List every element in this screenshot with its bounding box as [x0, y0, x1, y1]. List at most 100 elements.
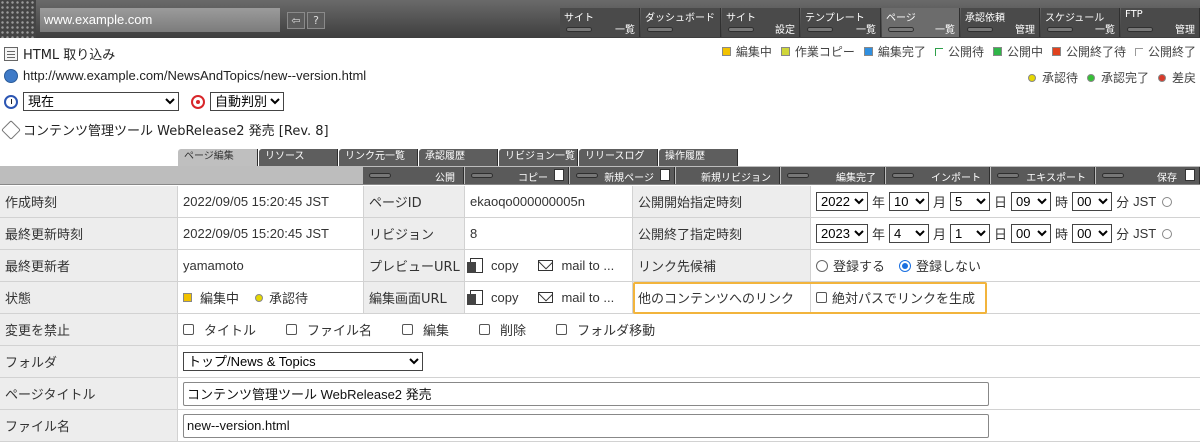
- lock-edit-checkbox[interactable]: [402, 324, 414, 335]
- import-line[interactable]: HTML 取り込み: [4, 44, 115, 63]
- tab-site-list[interactable]: サイト 一覧: [560, 8, 640, 37]
- form-row-updater: 最終更新者 yamamoto プレビューURL copy mail to ...…: [0, 250, 1200, 282]
- publish-end-minute-select[interactable]: 00: [1072, 224, 1113, 243]
- help-icon[interactable]: ?: [307, 12, 325, 29]
- import-button[interactable]: インポート: [886, 167, 990, 184]
- tab-page-list[interactable]: ページ 一覧: [882, 8, 960, 37]
- publish-start-hour-select[interactable]: 09: [1011, 192, 1052, 211]
- tab-dashboard[interactable]: ダッシュボード: [641, 8, 721, 37]
- link-candidate-label: リンク先候補: [633, 250, 811, 281]
- tab-ftp-admin[interactable]: FTP 管理: [1121, 8, 1200, 37]
- register-radio-label[interactable]: 登録する: [833, 256, 885, 275]
- tab-template-list[interactable]: テンプレート 一覧: [801, 8, 881, 37]
- tab-site-settings[interactable]: サイト 設定: [722, 8, 800, 37]
- export-button[interactable]: エキスポート: [991, 167, 1095, 184]
- folder-field: トップ/News & Topics: [178, 346, 1200, 377]
- edit-copy-link[interactable]: copy: [491, 290, 518, 305]
- lock-filename-checkbox[interactable]: [286, 324, 298, 335]
- lock-label: 変更を禁止: [0, 314, 178, 345]
- lock-filename-label[interactable]: ファイル名: [307, 320, 372, 339]
- tab-schedule-list[interactable]: スケジュール 一覧: [1041, 8, 1120, 37]
- tab-resources[interactable]: リソース: [259, 149, 338, 166]
- status-editing-icon: [721, 47, 731, 56]
- clock-icon: [4, 94, 18, 109]
- page-id-value: ekaoqo000000005n: [465, 186, 633, 217]
- publish-start-minute-select[interactable]: 00: [1072, 192, 1113, 211]
- edit-complete-button[interactable]: 編集完了: [781, 167, 885, 184]
- page-tabs: ページ編集 リソース リンク元一覧 承認履歴 リビジョン一覧 リリースログ 操作…: [0, 145, 1200, 166]
- status-ended-icon: [1134, 47, 1143, 56]
- lock-delete-label[interactable]: 削除: [500, 320, 526, 339]
- new-revision-button[interactable]: 新規リビジョン: [676, 167, 780, 184]
- tab-link-sources[interactable]: リンク元一覧: [339, 149, 418, 166]
- publish-start-year-select[interactable]: 2022: [816, 192, 868, 211]
- mail-icon[interactable]: [538, 292, 554, 303]
- page-title-input[interactable]: [183, 381, 989, 406]
- lock-title-checkbox[interactable]: [183, 324, 194, 335]
- publish-start-month-select[interactable]: 10: [889, 192, 930, 211]
- publish-end-hour-select[interactable]: 00: [1011, 224, 1052, 243]
- copy-icon[interactable]: [467, 258, 483, 273]
- preview-copy-link[interactable]: copy: [491, 258, 518, 273]
- publish-end-year-select[interactable]: 2023: [816, 224, 868, 243]
- preview-url-actions: copy mail to ...: [465, 250, 633, 281]
- status-approval-text: 承認待: [269, 292, 309, 307]
- save-button[interactable]: 保存: [1096, 167, 1200, 184]
- new-page-button[interactable]: 新規ページ: [570, 167, 675, 184]
- lock-title-label[interactable]: タイトル: [204, 320, 256, 339]
- url-line: http://www.example.com/NewsAndTopics/new…: [4, 68, 366, 83]
- no-register-radio[interactable]: [899, 259, 912, 272]
- time-line: 現在 自動判別: [4, 92, 284, 111]
- status-publish-wait-icon: [934, 47, 943, 56]
- edit-mailto-link[interactable]: mail to ...: [561, 290, 614, 305]
- no-register-radio-label[interactable]: 登録しない: [916, 256, 981, 275]
- clear-clock-icon[interactable]: [1162, 196, 1173, 207]
- copy-icon[interactable]: [467, 290, 483, 305]
- logo-grid-icon: [0, 0, 36, 38]
- status-editing-text: 編集中: [200, 292, 240, 307]
- edit-url-label: 編集画面URL: [364, 282, 465, 313]
- folder-select[interactable]: トップ/News & Topics: [183, 352, 423, 371]
- hour-unit: 時: [1055, 228, 1069, 243]
- lock-delete-checkbox[interactable]: [479, 324, 491, 335]
- import-title[interactable]: HTML 取り込み: [23, 44, 115, 63]
- filename-field: [178, 410, 1200, 441]
- publish-end-day-select[interactable]: 1: [950, 224, 991, 243]
- month-unit: 月: [933, 228, 947, 243]
- tab-revision-list[interactable]: リビジョン一覧: [499, 149, 578, 166]
- page-id-label: ページID: [364, 186, 465, 217]
- form-row-status: 状態 編集中 承認待 編集画面URL copy mail to ... 他のコン…: [0, 282, 1200, 314]
- pencil-icon: [1, 119, 21, 140]
- lock-options: タイトル ファイル名 編集 削除 フォルダ移動: [178, 314, 1200, 345]
- link-candidate-radios: 登録する 登録しない: [811, 250, 1200, 281]
- encoding-select[interactable]: 自動判別: [210, 92, 284, 111]
- publish-start-day-select[interactable]: 5: [950, 192, 991, 211]
- approval-complete-icon: [1086, 73, 1095, 82]
- publish-end-month-select[interactable]: 4: [889, 224, 930, 243]
- approval-legend: 承認待 承認完了 差戻: [1027, 69, 1196, 86]
- timezone: JST: [1133, 194, 1157, 209]
- filename-input[interactable]: [183, 413, 989, 438]
- edit-url-actions: copy mail to ...: [465, 282, 633, 313]
- tab-approval-history[interactable]: 承認履歴: [419, 149, 498, 166]
- tab-page-edit[interactable]: ページ編集: [178, 149, 258, 166]
- tab-release-log[interactable]: リリースログ: [579, 149, 658, 166]
- updater-value: yamamoto: [178, 250, 364, 281]
- tab-approval-admin[interactable]: 承認依頼 管理: [961, 8, 1040, 37]
- encoding-icon: [191, 94, 205, 109]
- copy-button[interactable]: コピー: [465, 167, 569, 184]
- lock-edit-label[interactable]: 編集: [423, 320, 449, 339]
- site-url: www.example.com: [40, 8, 280, 32]
- lock-move-checkbox[interactable]: [556, 324, 568, 335]
- mail-icon[interactable]: [538, 260, 554, 271]
- lock-move-label[interactable]: フォルダ移動: [577, 320, 655, 339]
- publish-end-field: 2023 年 4 月 1 日 00 時 00 分 JST: [811, 218, 1200, 249]
- publish-button[interactable]: 公開: [363, 167, 464, 184]
- clear-clock-icon[interactable]: [1162, 228, 1173, 239]
- time-select[interactable]: 現在: [23, 92, 179, 111]
- back-icon[interactable]: ⇦: [287, 12, 305, 29]
- preview-mailto-link[interactable]: mail to ...: [561, 258, 614, 273]
- tab-operation-history[interactable]: 操作履歴: [659, 149, 738, 166]
- document-icon: [4, 46, 18, 61]
- register-radio[interactable]: [816, 259, 828, 272]
